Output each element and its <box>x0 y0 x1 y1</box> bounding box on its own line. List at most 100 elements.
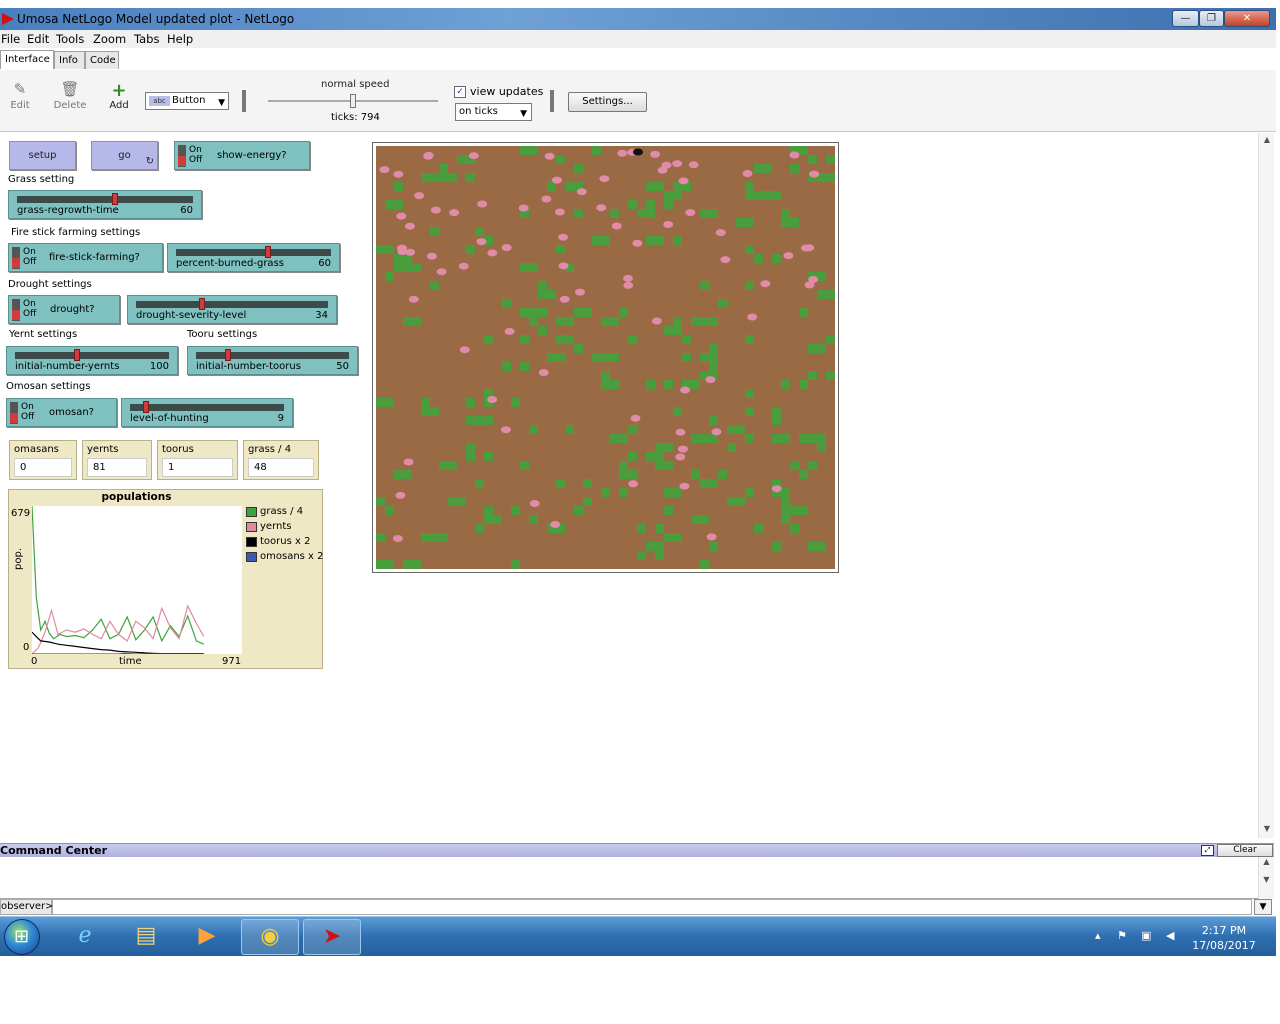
slider-track <box>17 196 193 203</box>
menu-tabs[interactable]: Tabs <box>134 32 159 46</box>
percent-burned-slider[interactable]: percent-burned-grass 60 <box>167 243 340 272</box>
initial-toorus-slider[interactable]: initial-number-toorus 50 <box>187 346 358 375</box>
observer-prompt[interactable]: observer> <box>0 899 54 915</box>
grass-regrowth-slider[interactable]: grass-regrowth-time 60 <box>8 190 202 219</box>
slider-handle[interactable] <box>199 298 206 310</box>
show-hidden-icons-icon[interactable]: ▴ <box>1095 929 1101 942</box>
yernt-agent <box>414 192 425 200</box>
grass-patch <box>556 245 565 254</box>
chrome-icon[interactable]: ◉ <box>241 919 299 955</box>
omosan-switch[interactable]: On Off omosan? <box>6 398 117 427</box>
start-button[interactable]: ⊞ <box>4 919 40 955</box>
yernt-agent <box>468 152 479 160</box>
history-dropdown[interactable]: ▼ <box>1254 899 1272 915</box>
menu-edit[interactable]: Edit <box>27 32 49 46</box>
slider-track <box>196 352 349 359</box>
delete-tool[interactable]: 🗑 Delete <box>52 80 88 111</box>
plot-area <box>32 506 242 654</box>
clock-date: 17/08/2017 <box>1192 939 1256 952</box>
slider-handle[interactable] <box>74 349 81 361</box>
add-tool[interactable]: + Add <box>107 80 131 111</box>
switch-knob <box>12 258 20 268</box>
scroll-up-icon[interactable]: ▲ <box>1259 135 1275 147</box>
yernt-agent <box>611 222 622 230</box>
tooru-agent <box>633 148 643 156</box>
yernt-agent <box>538 369 549 377</box>
view-updates-checkbox[interactable]: ✓ <box>454 86 466 98</box>
go-button[interactable]: go ↻ <box>91 141 158 170</box>
grass-patch <box>808 542 826 551</box>
grass-patch <box>394 263 412 272</box>
speed-slider-handle[interactable] <box>350 94 356 108</box>
grass-patch <box>430 281 439 290</box>
grass-patch <box>745 407 754 416</box>
setup-button[interactable]: setup <box>9 141 76 170</box>
switch-knob <box>10 413 18 423</box>
clear-button[interactable]: Clear <box>1217 844 1273 857</box>
slider-track <box>130 404 284 411</box>
edit-tool[interactable]: ✎ Edit <box>8 80 32 111</box>
yernt-agent <box>541 195 552 203</box>
drought-switch[interactable]: On Off drought? <box>8 295 120 324</box>
grass-patch <box>637 524 646 533</box>
menu-zoom[interactable]: Zoom <box>93 32 126 46</box>
grass-patch <box>619 434 628 443</box>
netlogo-taskbar-icon[interactable]: ➤ <box>303 919 361 955</box>
grass-patch <box>664 191 682 200</box>
menu-help[interactable]: Help <box>167 32 193 46</box>
expand-icon[interactable]: ⤢ <box>1201 845 1214 856</box>
omosan-section-label: Omosan settings <box>6 381 91 392</box>
system-clock[interactable]: 2:17 PM 17/08/2017 <box>1186 923 1262 953</box>
media-player-icon[interactable]: ▶ <box>178 919 236 955</box>
yernt-agent <box>678 445 688 453</box>
action-center-flag-icon[interactable]: ⚑ <box>1117 929 1127 942</box>
slider-handle[interactable] <box>112 193 119 205</box>
widget-type-select[interactable]: abc Button ▼ <box>145 92 229 110</box>
slider-value: 100 <box>149 361 169 372</box>
maximize-button[interactable]: ❐ <box>1199 10 1224 27</box>
initial-yernts-slider[interactable]: initial-number-yernts 100 <box>6 346 178 375</box>
tab-code[interactable]: Code <box>85 51 119 69</box>
settings-button[interactable]: Settings... <box>568 92 647 112</box>
volume-icon[interactable]: ◀ <box>1166 929 1174 942</box>
fire-stick-switch[interactable]: On Off fire-stick-farming? <box>8 243 163 272</box>
slider-handle[interactable] <box>143 401 150 413</box>
world-view[interactable] <box>372 142 839 573</box>
grass-patch <box>691 434 709 443</box>
slider-handle[interactable] <box>265 246 272 258</box>
yernt-agent <box>630 414 641 422</box>
slider-handle[interactable] <box>225 349 232 361</box>
tab-info[interactable]: Info <box>54 51 85 69</box>
plot-legend: grass / 4 yernts toorus x 2 omosans x 2 <box>246 506 324 566</box>
output-scrollbar[interactable]: ▲ ▼ <box>1258 857 1274 899</box>
file-explorer-icon[interactable]: ▤ <box>117 919 175 955</box>
menu-file[interactable]: File <box>1 32 20 46</box>
update-mode-select[interactable]: on ticks ▼ <box>455 103 532 121</box>
yernt-agent <box>623 274 633 282</box>
menu-bar: File Edit Tools Zoom Tabs Help <box>0 30 1276 48</box>
yernt-agent <box>651 317 662 325</box>
show-energy-switch[interactable]: On Off show-energy? <box>174 141 310 170</box>
tab-interface[interactable]: Interface <box>0 50 54 69</box>
grass-patch <box>808 371 817 380</box>
ie-icon[interactable]: e <box>56 919 114 955</box>
menu-tools[interactable]: Tools <box>56 32 84 46</box>
command-input-row: observer> ▼ <box>0 899 1274 915</box>
close-button[interactable]: ✕ <box>1224 10 1270 27</box>
interface-scrollbar[interactable]: ▲ ▼ <box>1258 133 1274 838</box>
yernt-agent <box>804 244 815 252</box>
world-canvas[interactable] <box>376 146 835 569</box>
yernt-agent <box>504 327 515 335</box>
grass-patch <box>439 164 448 173</box>
toolbar: ✎ Edit 🗑 Delete + Add abc Button ▼ norma… <box>0 70 1276 132</box>
command-input[interactable] <box>52 899 1252 915</box>
scroll-down-icon[interactable]: ▼ <box>1259 824 1275 836</box>
level-of-hunting-slider[interactable]: level-of-hunting 9 <box>121 398 293 427</box>
yernt-agent <box>661 161 672 169</box>
grass-patch <box>421 533 430 542</box>
grass-patch <box>439 461 448 470</box>
network-icon[interactable]: ▣ <box>1141 929 1151 942</box>
minimize-button[interactable]: — <box>1172 10 1199 27</box>
drought-severity-slider[interactable]: drought-severity-level 34 <box>127 295 337 324</box>
omasans-monitor: omasans 0 <box>9 440 77 480</box>
